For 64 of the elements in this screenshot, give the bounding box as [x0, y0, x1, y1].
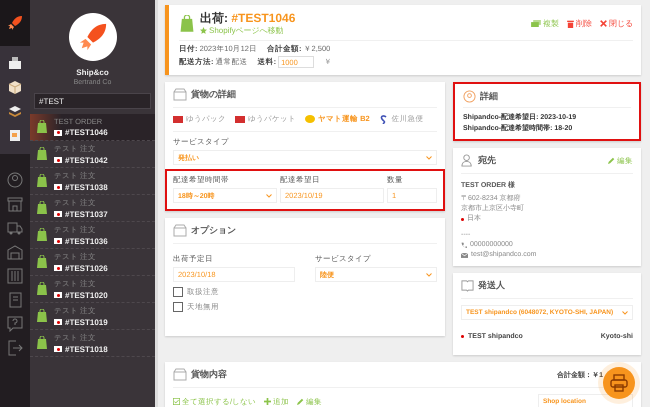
box-icon	[173, 88, 187, 101]
pencil-icon	[608, 157, 615, 164]
action-link[interactable]: 閉じる	[600, 18, 633, 29]
shopping-bag-icon	[36, 336, 48, 350]
user-icon	[463, 90, 476, 103]
checkbox[interactable]	[173, 287, 183, 297]
shipment-title: 出荷: #TEST1046	[200, 11, 296, 25]
shopping-bag-icon	[36, 255, 48, 269]
shop-icon[interactable]	[7, 196, 23, 212]
shopify-link[interactable]: Shopifyページへ移動	[200, 25, 296, 36]
chevron-down-icon	[266, 194, 272, 198]
layers-icon[interactable]	[8, 104, 22, 118]
shopping-bag-icon	[36, 147, 48, 161]
action-link[interactable]: 複製	[531, 18, 559, 29]
section-title: 宛先	[478, 154, 496, 167]
printer-icon	[609, 374, 629, 392]
carrier-logo	[305, 115, 315, 123]
clipboard-icon[interactable]	[8, 128, 22, 142]
truck-icon[interactable]	[7, 220, 23, 236]
rocket-icon[interactable]	[7, 15, 23, 31]
section-title: 発送人	[478, 279, 505, 292]
carrier-logo	[235, 116, 245, 122]
plus-icon	[264, 398, 272, 405]
box-icon	[173, 224, 187, 237]
phone-icon	[461, 242, 467, 248]
book-icon	[461, 279, 474, 292]
action-link[interactable]: 削除	[567, 18, 592, 29]
notebook-icon[interactable]	[7, 292, 23, 308]
logout-icon[interactable]	[7, 340, 23, 356]
carrier-logo	[173, 116, 183, 122]
checkbox[interactable]	[173, 302, 183, 312]
chevron-down-icon	[426, 272, 432, 276]
copy-icon	[531, 20, 541, 27]
shopping-bag-icon	[36, 282, 48, 296]
pencil-icon	[297, 398, 304, 405]
sliders-icon[interactable]	[7, 268, 23, 284]
mail-icon	[461, 252, 468, 258]
carrier-logo	[378, 114, 389, 124]
close-icon	[600, 20, 607, 27]
trash-icon	[567, 20, 574, 28]
star-icon	[200, 27, 207, 34]
search-field[interactable]: #TEST	[34, 93, 151, 109]
checkbox-icon	[173, 398, 180, 405]
box-icon	[173, 368, 187, 381]
person-icon	[461, 154, 474, 167]
shopping-bag-icon	[36, 174, 48, 188]
shopping-bag-icon	[36, 228, 48, 242]
account-name: Ship&co	[76, 68, 109, 77]
shopping-bag-icon	[36, 309, 48, 323]
user-icon[interactable]	[7, 172, 23, 188]
avatar	[68, 13, 116, 61]
help-icon[interactable]	[7, 316, 23, 332]
section-title: 貨物内容	[191, 368, 227, 381]
section-title: オプション	[191, 224, 236, 237]
warehouse-icon[interactable]	[7, 244, 23, 260]
section-title: 詳細	[480, 90, 498, 103]
shopping-bag-icon	[36, 201, 48, 215]
chevron-down-icon	[622, 310, 628, 314]
chevron-down-icon	[426, 156, 432, 160]
shopping-bag-icon	[36, 120, 48, 134]
package-icon[interactable]	[8, 80, 22, 94]
shopping-bag-icon	[179, 14, 195, 32]
section-title: 貨物の詳細	[191, 88, 236, 101]
box-icon[interactable]	[8, 56, 22, 70]
